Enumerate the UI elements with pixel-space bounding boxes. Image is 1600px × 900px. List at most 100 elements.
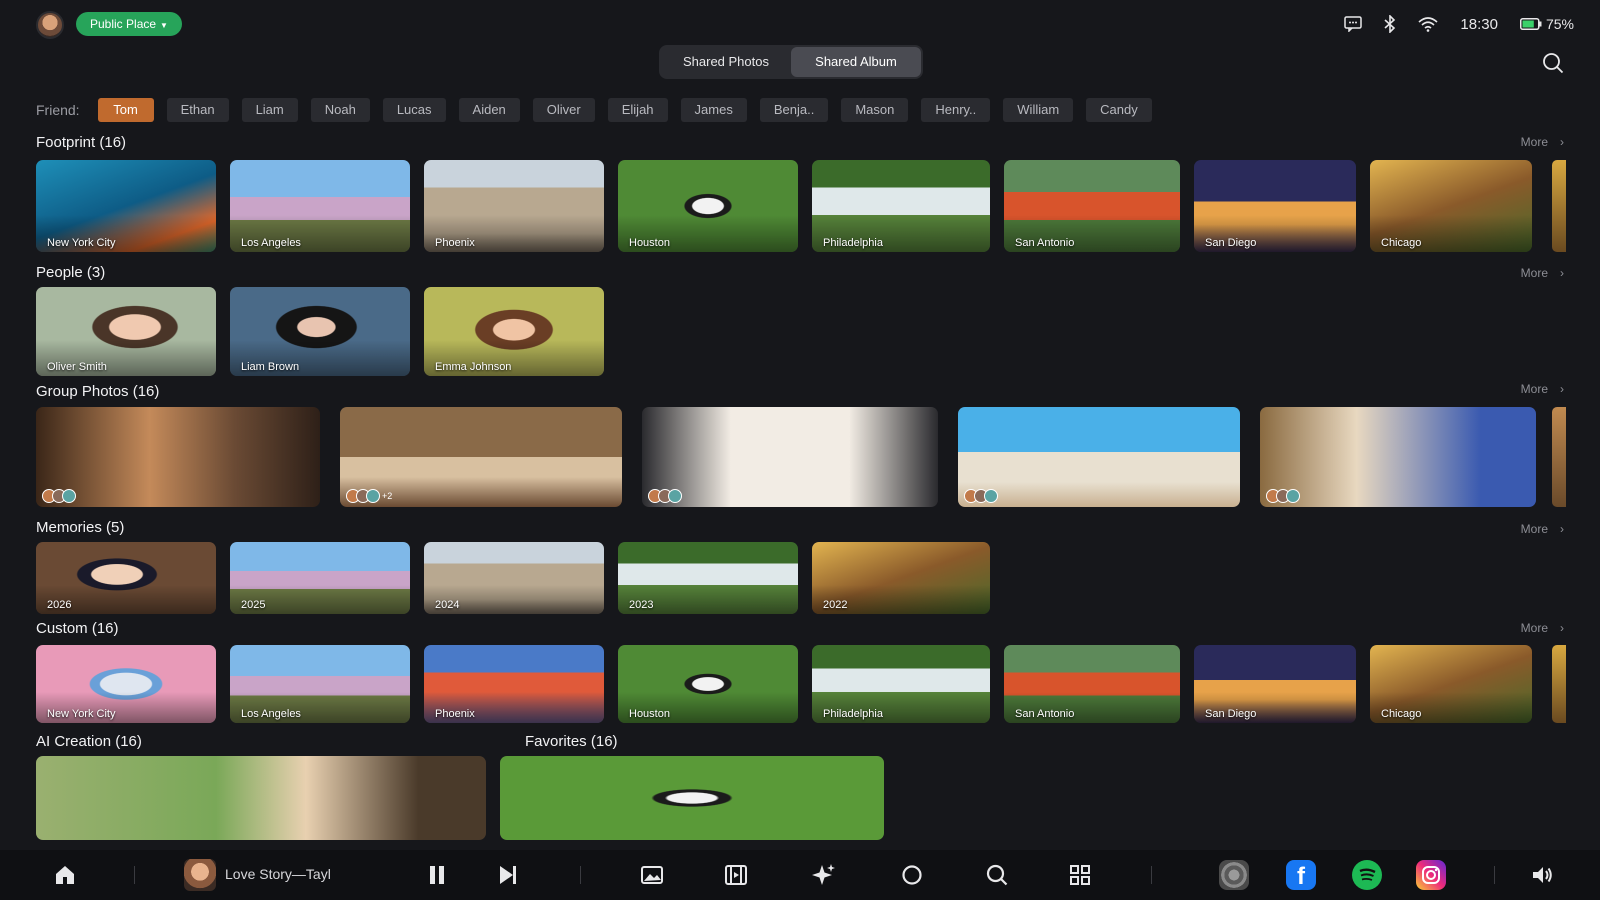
circle-app-icon[interactable] <box>900 863 924 887</box>
friend-chip-william[interactable]: William <box>1003 97 1074 122</box>
now-playing-cover[interactable] <box>184 859 216 891</box>
home-icon[interactable] <box>53 863 77 887</box>
card-caption: 2022 <box>823 599 848 611</box>
wifi-icon[interactable] <box>1418 16 1438 32</box>
person-card[interactable]: Oliver Smith <box>36 287 216 376</box>
bluetooth-icon[interactable] <box>1384 15 1396 33</box>
chevron-right-icon[interactable]: › <box>1560 621 1564 635</box>
friend-chip-henry[interactable]: Henry.. <box>921 97 991 122</box>
memory-card[interactable]: 2024 <box>424 542 604 614</box>
friend-chip-lucas[interactable]: Lucas <box>382 97 446 122</box>
favorites-card[interactable] <box>500 756 884 840</box>
footprint-card[interactable]: Phoenix <box>424 160 604 252</box>
place-mode-dropdown[interactable]: Public Place ▼ <box>76 12 182 36</box>
group-next-card-peek[interactable] <box>1552 407 1566 507</box>
member-avatars <box>42 489 76 503</box>
clock: 18:30 <box>1460 15 1498 33</box>
volume-icon[interactable] <box>1530 863 1554 887</box>
camera-icon <box>1422 866 1440 884</box>
user-avatar[interactable] <box>36 11 64 39</box>
custom-more-link[interactable]: More <box>1521 621 1548 635</box>
friend-filter-label: Friend: <box>36 101 80 118</box>
group-photo-card[interactable] <box>642 407 938 507</box>
group-photos-row: +2 <box>36 407 1536 507</box>
person-card[interactable]: Liam Brown <box>230 287 410 376</box>
instagram-app-icon[interactable] <box>1416 860 1446 890</box>
video-icon[interactable] <box>724 863 748 887</box>
memory-card[interactable]: 2023 <box>618 542 798 614</box>
footprint-card[interactable]: Houston <box>618 160 798 252</box>
tab-shared-photos[interactable]: Shared Photos <box>661 47 791 77</box>
section-title-favorites: Favorites (16) <box>525 733 618 750</box>
group-photo-card[interactable] <box>36 407 320 507</box>
footprint-card[interactable]: Philadelphia <box>812 160 990 252</box>
footprint-card[interactable]: San Antonio <box>1004 160 1180 252</box>
message-icon[interactable] <box>1344 16 1363 32</box>
footprint-next-card-peek[interactable] <box>1552 160 1566 252</box>
friend-chip-liam[interactable]: Liam <box>241 97 298 122</box>
footprint-card[interactable]: Los Angeles <box>230 160 410 252</box>
card-caption: Phoenix <box>435 708 475 720</box>
card-caption: San Antonio <box>1015 708 1075 720</box>
group-photos-more-link[interactable]: More <box>1521 382 1548 396</box>
memory-card[interactable]: 2022 <box>812 542 990 614</box>
custom-card[interactable]: San Antonio <box>1004 645 1180 723</box>
footprint-card[interactable]: New York City <box>36 160 216 252</box>
card-caption: Philadelphia <box>823 708 883 720</box>
friend-chip-ethan[interactable]: Ethan <box>166 97 229 122</box>
chevron-right-icon[interactable]: › <box>1560 522 1564 536</box>
facebook-app-icon[interactable]: f <box>1286 860 1316 890</box>
friend-chip-oliver[interactable]: Oliver <box>532 97 595 122</box>
custom-card[interactable]: Phoenix <box>424 645 604 723</box>
card-caption: Los Angeles <box>241 237 301 249</box>
footprint-card[interactable]: Chicago <box>1370 160 1532 252</box>
chevron-right-icon[interactable]: › <box>1560 382 1564 396</box>
skip-next-icon[interactable] <box>496 863 520 887</box>
memory-card[interactable]: 2026 <box>36 542 216 614</box>
ai-creation-card[interactable] <box>36 756 486 840</box>
search-icon[interactable] <box>985 863 1009 887</box>
card-caption: Emma Johnson <box>435 361 512 373</box>
person-card[interactable]: Emma Johnson <box>424 287 604 376</box>
custom-card[interactable]: Philadelphia <box>812 645 990 723</box>
custom-card[interactable]: Chicago <box>1370 645 1532 723</box>
now-playing-title[interactable]: Love Story—Tayl <box>225 866 330 882</box>
friend-chip-candy[interactable]: Candy <box>1086 97 1152 122</box>
settings-app-icon[interactable] <box>1219 860 1249 890</box>
card-caption: 2024 <box>435 599 460 611</box>
chevron-right-icon[interactable]: › <box>1560 135 1564 149</box>
friend-chip-elijah[interactable]: Elijah <box>607 97 668 122</box>
pause-icon[interactable] <box>425 863 449 887</box>
section-title-custom: Custom (16) <box>36 620 119 637</box>
gallery-icon[interactable] <box>640 863 664 887</box>
card-caption: New York City <box>47 237 116 249</box>
custom-card[interactable]: Houston <box>618 645 798 723</box>
search-icon[interactable] <box>1542 52 1564 74</box>
custom-next-card-peek[interactable] <box>1552 645 1566 723</box>
custom-card[interactable]: San Diego <box>1194 645 1356 723</box>
footprint-more-link[interactable]: More <box>1521 135 1548 149</box>
group-photo-card[interactable]: +2 <box>340 407 622 507</box>
friend-chip-james[interactable]: James <box>680 97 747 122</box>
ai-sparkle-icon[interactable] <box>812 863 836 887</box>
friend-chip-benjamin[interactable]: Benja.. <box>759 97 829 122</box>
friend-chip-mason[interactable]: Mason <box>841 97 909 122</box>
chevron-down-icon: ▼ <box>160 21 168 30</box>
friend-chip-aiden[interactable]: Aiden <box>458 97 520 122</box>
custom-card[interactable]: New York City <box>36 645 216 723</box>
group-photo-card[interactable] <box>958 407 1240 507</box>
memory-card[interactable]: 2025 <box>230 542 410 614</box>
battery-percent: 75% <box>1545 16 1574 32</box>
extra-members-count: +2 <box>382 491 393 501</box>
friend-chip-tom[interactable]: Tom <box>97 97 154 122</box>
group-photo-card[interactable] <box>1260 407 1536 507</box>
footprint-card[interactable]: San Diego <box>1194 160 1356 252</box>
spotify-app-icon[interactable] <box>1352 860 1382 890</box>
tab-shared-album[interactable]: Shared Album <box>791 47 921 77</box>
memories-more-link[interactable]: More <box>1521 522 1548 536</box>
people-more-link[interactable]: More <box>1521 266 1548 280</box>
custom-card[interactable]: Los Angeles <box>230 645 410 723</box>
chevron-right-icon[interactable]: › <box>1560 266 1564 280</box>
friend-chip-noah[interactable]: Noah <box>310 97 370 122</box>
app-grid-icon[interactable] <box>1068 863 1092 887</box>
